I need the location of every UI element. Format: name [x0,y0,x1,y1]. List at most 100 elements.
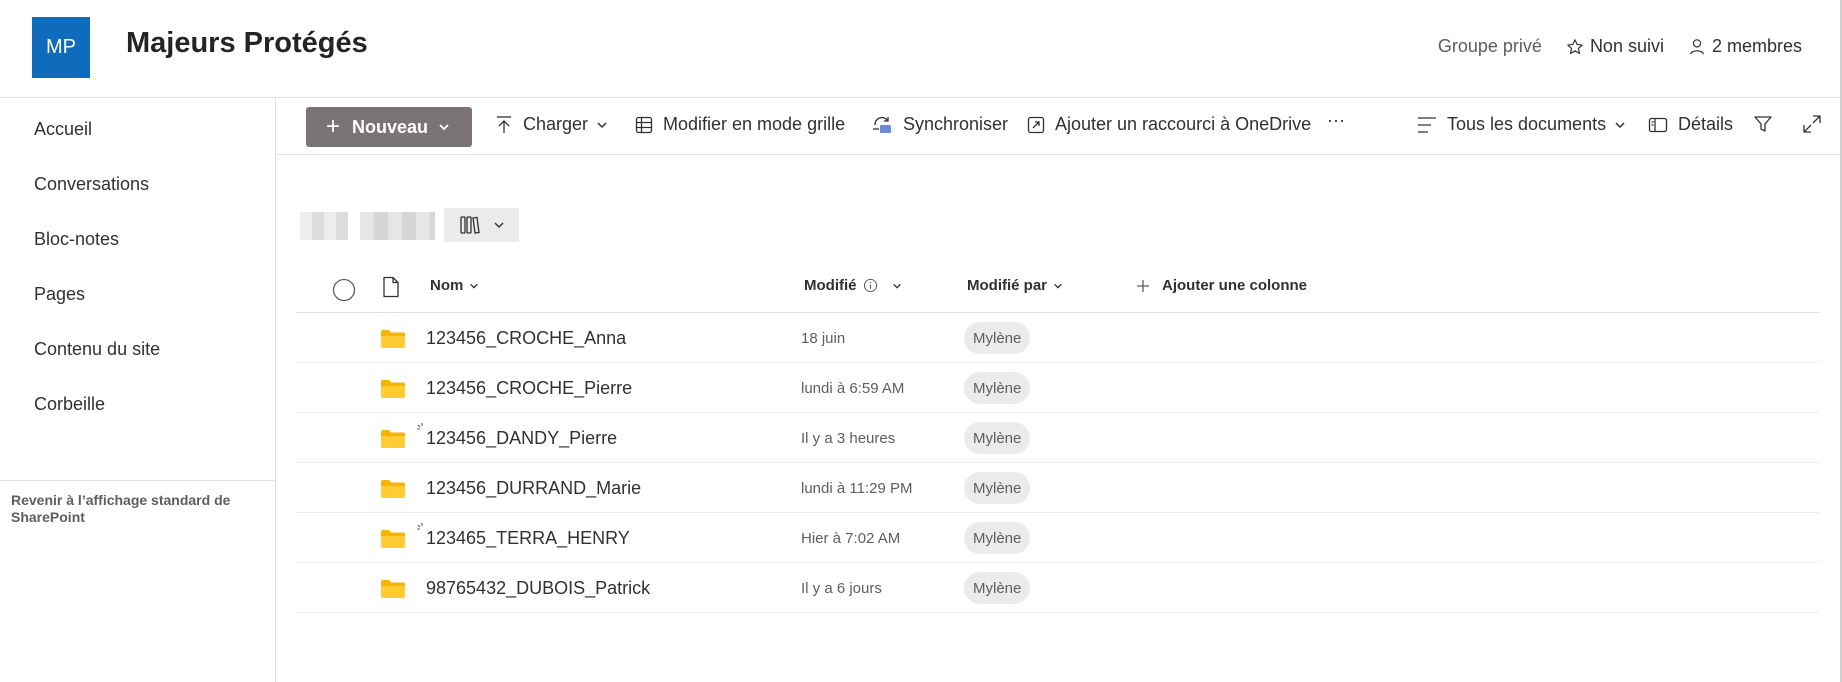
more-icon: ··· [1327,110,1345,130]
details-label: Détails [1678,114,1734,134]
add-shortcut-label: Ajouter un raccourci à OneDrive [1055,114,1312,134]
modified-by-persona[interactable]: Mylène [964,572,1031,604]
site-logo[interactable]: MP [32,17,90,78]
chevron-down-icon [439,124,449,131]
grid-edit-button[interactable]: Modifier en mode grille [635,114,845,135]
sync-label: Synchroniser [903,114,1009,134]
details-button[interactable]: Détails [1648,114,1733,135]
expand-icon [1803,115,1821,133]
item-name[interactable]: 123456_DURRAND_Marie [426,478,641,499]
grid-edit-label: Modifier en mode grille [663,114,846,134]
column-header-modified[interactable]: Modifié [804,277,902,294]
column-header-name[interactable]: Nom [430,277,479,294]
table-row[interactable]: 123456_CROCHE_Anna 18 juin Mylène [296,313,1820,363]
item-modified: lundi à 6:59 AM [801,380,905,397]
breadcrumb-blurred-segment[interactable] [360,212,435,240]
site-header: MP Majeurs Protégés Groupe privé Non sui… [0,0,1842,98]
chevron-down-icon [597,121,607,128]
nav-item-bloc-notes[interactable]: Bloc-notes [34,229,119,250]
site-header-actions: Groupe privé Non suivi 2 membres [1414,36,1802,57]
return-to-classic-link[interactable]: Revenir à l’affichage standard de ShareP… [11,492,251,526]
item-name[interactable]: 98765432_DUBOIS_Patrick [426,578,650,599]
list-view-icon [1418,116,1436,133]
privacy-text: Groupe privé [1437,36,1542,56]
nav-item-contenu-du-site[interactable]: Contenu du site [34,339,160,360]
modified-by-persona[interactable]: Mylène [964,522,1031,554]
modified-by-persona[interactable]: Mylène [964,372,1031,404]
folder-icon [381,430,405,448]
follow-button[interactable]: Non suivi [1566,36,1664,57]
add-shortcut-button[interactable]: Ajouter un raccourci à OneDrive [1027,114,1311,135]
table-row[interactable]: 123456_DANDY_Pierre Il y a 3 heures Mylè… [296,413,1820,463]
nav-item-accueil[interactable]: Accueil [34,119,92,140]
person-icon [1690,38,1704,54]
file-type-icon[interactable] [382,276,400,298]
item-name[interactable]: 123465_TERRA_HENRY [426,528,630,549]
library-icon [459,216,480,234]
folder-icon [381,330,405,348]
item-modified: Hier à 7:02 AM [801,530,901,547]
details-pane-icon [1648,117,1668,132]
item-name[interactable]: 123456_DANDY_Pierre [426,428,617,449]
star-icon [1567,38,1583,54]
info-icon [863,278,877,293]
add-column-button[interactable]: Ajouter une colonne [1136,277,1307,294]
add-column-label: Ajouter une colonne [1162,277,1308,294]
table-row[interactable]: 123465_TERRA_HENRY Hier à 7:02 AM Mylène [296,513,1820,563]
sync-button[interactable]: Synchroniser [871,114,1008,135]
modified-by-persona[interactable]: Mylène [964,322,1031,354]
nav-divider [0,480,275,481]
plus-icon [1137,279,1149,292]
table-row[interactable]: 123456_DURRAND_Marie lundi à 11:29 PM My… [296,463,1820,513]
item-modified: lundi à 11:29 PM [801,480,913,497]
chevron-down-icon [493,222,504,229]
sync-icon [873,116,891,133]
privacy-label: Groupe privé [1438,36,1542,57]
item-modified: 18 juin [801,330,846,347]
chevron-down-icon [892,283,901,289]
chevron-down-icon [470,283,479,289]
follow-label: Non suivi [1589,36,1664,56]
item-modified: Il y a 3 heures [801,430,896,447]
filter-button[interactable] [1753,114,1783,134]
chevron-down-icon [1054,283,1062,289]
item-name[interactable]: 123456_CROCHE_Pierre [426,378,632,399]
chevron-down-icon [1615,121,1625,128]
upload-icon [497,115,511,133]
list-column-headers: Nom Modifié Modifié par Ajouter une colo… [296,266,1820,313]
more-options-button[interactable]: ··· [1327,110,1345,131]
view-selector-label: Tous les documents [1447,114,1607,134]
new-button-label: Nouveau [352,116,429,137]
new-button[interactable]: + Nouveau [306,107,472,147]
command-bar: + Nouveau Charger Modifier en mode grill… [277,98,1840,155]
left-navigation: Accueil Conversations Bloc-notes Pages C… [0,98,276,682]
modified-by-persona[interactable]: Mylène [964,422,1031,454]
members-button[interactable]: 2 membres [1688,36,1802,57]
plus-icon: + [326,113,341,140]
column-header-modified-by[interactable]: Modifié par [967,277,1063,294]
folder-icon [381,380,405,398]
members-label: 2 membres [1711,36,1802,56]
library-view-switcher[interactable] [444,208,519,242]
table-row[interactable]: 98765432_DUBOIS_Patrick Il y a 6 jours M… [296,563,1820,613]
filter-icon [1754,116,1772,132]
item-name[interactable]: 123456_CROCHE_Anna [426,328,626,349]
upload-button[interactable]: Charger [495,114,618,135]
site-logo-initials: MP [46,36,76,58]
view-selector[interactable]: Tous les documents [1417,114,1636,135]
column-header-modified-by-label: Modifié par [967,277,1048,294]
nav-item-corbeille[interactable]: Corbeille [34,394,105,415]
breadcrumb-blurred-segment[interactable] [300,212,348,240]
table-row[interactable]: 123456_CROCHE_Pierre lundi à 6:59 AM Myl… [296,363,1820,413]
nav-item-conversations[interactable]: Conversations [34,174,149,195]
select-all-checkbox[interactable] [332,278,356,302]
upload-label: Charger [523,114,589,134]
folder-icon [381,530,405,548]
folder-icon [381,480,405,498]
nav-item-pages[interactable]: Pages [34,284,85,305]
column-header-modified-label: Modifié [804,277,857,294]
site-title[interactable]: Majeurs Protégés [126,27,368,60]
grid-icon [635,116,653,133]
modified-by-persona[interactable]: Mylène [964,472,1031,504]
expand-button[interactable] [1802,114,1832,134]
